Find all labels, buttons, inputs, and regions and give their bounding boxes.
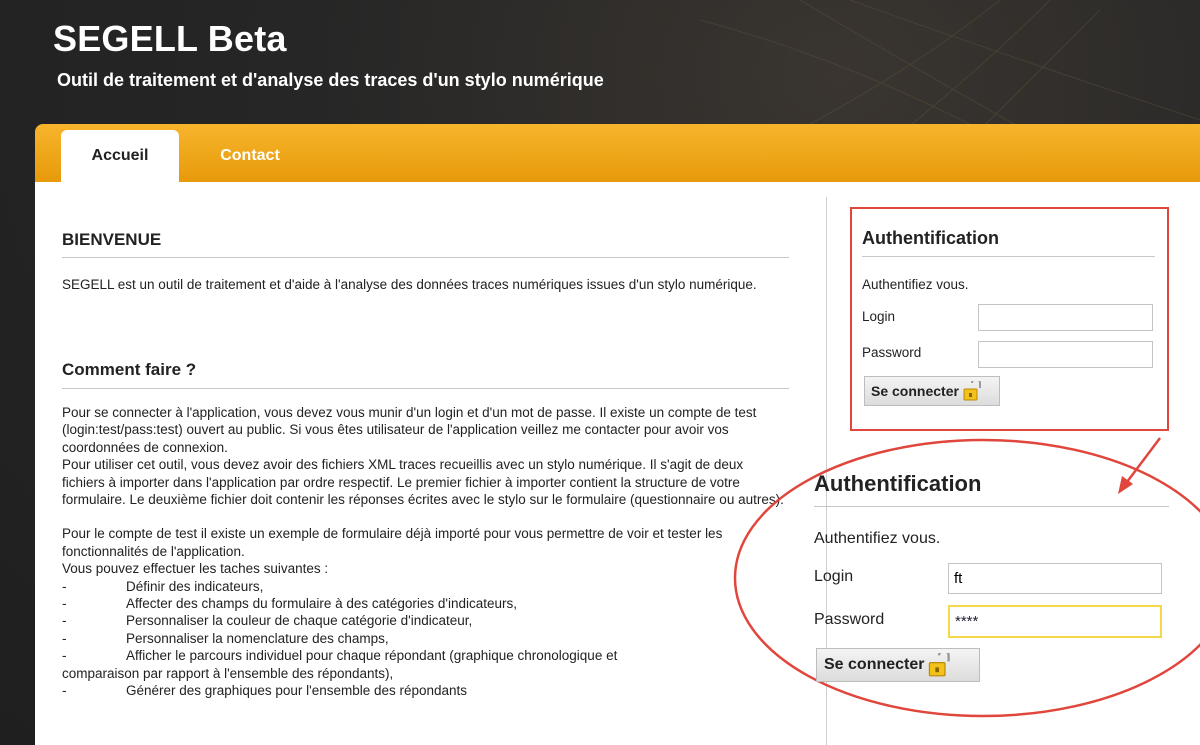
tab-accueil[interactable]: Accueil bbox=[61, 130, 179, 182]
login-button-label: Se connecter bbox=[871, 383, 959, 399]
auth-title: Authentification bbox=[862, 228, 999, 248]
howto-paragraph-2: Pour utiliser cet outil, vous devez avoi… bbox=[62, 457, 784, 508]
zoom-auth-title: Authentification bbox=[814, 471, 982, 496]
list-item: - Affecter des champs du formulaire à des… bbox=[62, 596, 518, 612]
zoom-lock-icon bbox=[929, 653, 951, 677]
welcome-heading: BIENVENUE bbox=[62, 230, 162, 249]
test-paragraph: Pour le compte de test il existe un exem… bbox=[62, 526, 723, 559]
zoom-login-button[interactable]: Se connecter bbox=[816, 648, 980, 682]
login-label: Login bbox=[862, 309, 896, 324]
list-item: - Personnaliser la nomenclature des champ… bbox=[62, 630, 389, 646]
list-item: - Définir des indicateurs, bbox=[62, 578, 264, 594]
auth-rule bbox=[862, 256, 1155, 257]
site-subtitle: Outil de traitement et d'analyse des tra… bbox=[57, 70, 604, 90]
lock-icon bbox=[963, 381, 981, 401]
password-label: Password bbox=[862, 345, 922, 360]
password-input[interactable] bbox=[978, 341, 1153, 368]
tab-contact[interactable]: Contact bbox=[200, 130, 300, 182]
nav-bar: Accueil Contact bbox=[35, 124, 1200, 182]
list-item: - Générer des graphiques pour l'ensemble … bbox=[62, 683, 468, 699]
login-button[interactable]: Se connecter bbox=[864, 376, 1000, 406]
login-input[interactable] bbox=[978, 304, 1153, 331]
welcome-text: SEGELL est un outil de traitement et d'a… bbox=[62, 277, 757, 292]
tasks-intro: Vous pouvez effectuer les taches suivant… bbox=[62, 561, 329, 577]
zoom-auth-rule bbox=[814, 506, 1169, 507]
zoom-login-input[interactable] bbox=[948, 563, 1162, 594]
zoom-password-label: Password bbox=[814, 611, 885, 628]
zoom-login-button-label: Se connecter bbox=[824, 656, 925, 673]
auth-hint: Authentifiez vous. bbox=[862, 277, 969, 292]
list-item: - Personnaliser la couleur de chaque caté… bbox=[62, 613, 473, 629]
site-title: SEGELL Beta bbox=[53, 18, 287, 59]
howto-paragraph-1: Pour se connecter à l'application, vous … bbox=[62, 405, 757, 455]
welcome-rule bbox=[62, 257, 789, 258]
zoom-password-input[interactable] bbox=[948, 605, 1162, 638]
howto-heading: Comment faire ? bbox=[62, 360, 197, 379]
zoom-auth-hint: Authentifiez vous. bbox=[814, 530, 941, 547]
list-item-continuation: comparaison par rapport à l'ensemble des… bbox=[62, 665, 394, 681]
list-item: - Afficher le parcours individuel pour ch… bbox=[62, 648, 618, 664]
zoom-login-label: Login bbox=[814, 568, 854, 585]
howto-body: Pour se connecter à l'application, vous … bbox=[62, 404, 787, 700]
howto-rule bbox=[62, 388, 789, 389]
